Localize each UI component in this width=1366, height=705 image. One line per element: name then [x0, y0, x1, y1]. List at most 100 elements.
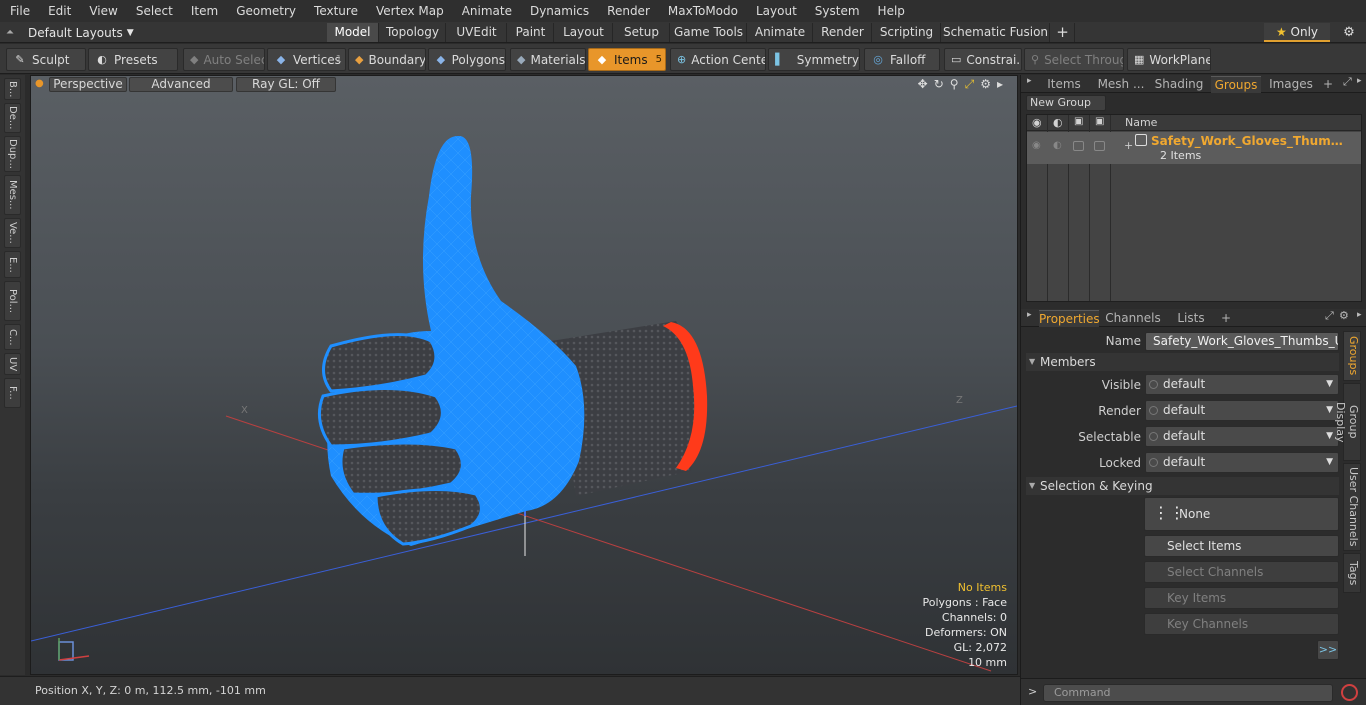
menu-vertex-map[interactable]: Vertex Map	[367, 0, 453, 22]
menu-system[interactable]: System	[806, 0, 869, 22]
left-tab-0[interactable]: B...	[4, 78, 21, 100]
visibility-eye-icon[interactable]: ◉	[1032, 116, 1042, 129]
new-group-button[interactable]: New Group	[1026, 95, 1106, 111]
row-render-icon[interactable]: ◐	[1053, 140, 1062, 151]
panel-menu-icon[interactable]: ▸	[1027, 76, 1032, 86]
rotate-view-icon[interactable]: ↻	[934, 77, 944, 92]
props-tab-lists[interactable]: Lists	[1167, 310, 1215, 327]
presets-button[interactable]: ◐ Presets	[88, 48, 178, 71]
perspective-button[interactable]: Perspective	[49, 77, 127, 92]
menu-edit[interactable]: Edit	[39, 0, 80, 22]
menu-texture[interactable]: Texture	[305, 0, 367, 22]
props-menu-icon[interactable]: ▸	[1027, 310, 1032, 320]
viewport-arrow-icon[interactable]: ▸	[997, 77, 1003, 92]
only-button[interactable]: ★ Only	[1264, 23, 1330, 42]
props-arrow-icon[interactable]: ▸	[1357, 310, 1362, 320]
advanced-button[interactable]: Advanced	[129, 77, 233, 92]
group-row[interactable]: ◉ ◐ + Safety_Work_Gloves_Thumbs_ ... 2 I…	[1027, 132, 1361, 164]
vtab-user-channels[interactable]: User Channels	[1343, 463, 1361, 551]
left-tab-8[interactable]: UV	[4, 353, 21, 375]
raygl-button[interactable]: Ray GL: Off	[236, 77, 336, 92]
action-center-button[interactable]: ⊕ Action Center	[670, 48, 766, 71]
falloff-button[interactable]: ◎ Falloff	[864, 48, 940, 71]
more-button[interactable]: >>	[1317, 640, 1339, 660]
select-icon[interactable]: ▣	[1095, 116, 1104, 127]
maximize-icon[interactable]: ⤢	[965, 77, 975, 92]
panel-tab-shading[interactable]: Shading	[1153, 76, 1205, 93]
add-panel-tab-button[interactable]: +	[1321, 76, 1335, 93]
vtab-tags[interactable]: Tags	[1343, 553, 1361, 593]
tab-animate[interactable]: Animate	[748, 23, 813, 42]
menu-view[interactable]: View	[80, 0, 126, 22]
select-items-button[interactable]: Select Items	[1144, 535, 1339, 557]
props-tab-properties[interactable]: Properties	[1039, 310, 1100, 327]
viewport-menu-icon[interactable]: ●	[35, 78, 44, 89]
render-dropdown[interactable]: default ▼	[1145, 400, 1339, 421]
menu-animate[interactable]: Animate	[453, 0, 521, 22]
left-tab-2[interactable]: Dup...	[4, 136, 21, 172]
left-tab-3[interactable]: Mes...	[4, 175, 21, 215]
props-tab-channels[interactable]: Channels	[1103, 310, 1163, 327]
tab-render[interactable]: Render	[814, 23, 872, 42]
panel-tab-groups[interactable]: Groups	[1211, 76, 1261, 93]
members-section[interactable]: ▼ Members	[1026, 353, 1339, 371]
tab-paint[interactable]: Paint	[508, 23, 554, 42]
tab-setup[interactable]: Setup	[614, 23, 670, 42]
panel-tab-mesh[interactable]: Mesh ...	[1093, 76, 1149, 93]
symmetry-button[interactable]: ▌ Symmetry	[768, 48, 860, 71]
workplane-button[interactable]: ▦ WorkPlane	[1127, 48, 1211, 71]
tab-topology[interactable]: Topology	[380, 23, 446, 42]
row-eye-icon[interactable]: ◉	[1032, 140, 1041, 151]
tab-scripting[interactable]: Scripting	[873, 23, 941, 42]
lock-icon[interactable]: ▣	[1074, 116, 1083, 127]
menu-layout[interactable]: Layout	[747, 0, 806, 22]
menu-item[interactable]: Item	[182, 0, 227, 22]
selection-keying-section[interactable]: ▼ Selection & Keying	[1026, 477, 1339, 495]
add-props-tab-button[interactable]: +	[1219, 310, 1233, 327]
tab-schematic-fusion[interactable]: Schematic Fusion	[942, 23, 1050, 42]
items-button[interactable]: ◆ Items 5	[588, 48, 666, 71]
sculpt-button[interactable]: ✎ Sculpt	[6, 48, 86, 71]
props-gear-icon[interactable]: ⚙	[1339, 309, 1349, 322]
viewport-gear-icon[interactable]: ⚙	[980, 77, 991, 92]
left-tab-1[interactable]: De...	[4, 103, 21, 133]
zoom-view-icon[interactable]: ⚲	[950, 77, 959, 92]
none-button[interactable]: ⋮⋮ None	[1144, 497, 1339, 531]
left-tab-9[interactable]: F...	[4, 378, 21, 408]
name-field[interactable]: Safety_Work_Gloves_Thumbs_Up_Blu	[1145, 332, 1339, 351]
menu-dynamics[interactable]: Dynamics	[521, 0, 598, 22]
locked-dropdown[interactable]: default ▼	[1145, 452, 1339, 473]
move-view-icon[interactable]: ✥	[918, 77, 928, 92]
props-expand-icon[interactable]: ⤢	[1325, 309, 1334, 323]
record-icon[interactable]	[1341, 684, 1358, 701]
command-input[interactable]: Command	[1043, 684, 1333, 702]
vtab-group-display[interactable]: Group Display	[1334, 383, 1361, 461]
vtab-groups[interactable]: Groups	[1343, 331, 1361, 381]
left-tab-7[interactable]: C...	[4, 324, 21, 350]
expand-plus-icon[interactable]: +	[1124, 139, 1133, 152]
3d-viewport[interactable]: X Z ● Perspective Advanced Ray GL: Off ✥…	[30, 75, 1018, 675]
vertices-button[interactable]: ◆ Vertices 1	[267, 48, 346, 71]
menu-geometry[interactable]: Geometry	[227, 0, 305, 22]
select-channels-button[interactable]: Select Channels	[1144, 561, 1339, 583]
panel-tab-items[interactable]: Items	[1039, 76, 1089, 93]
tab-layout[interactable]: Layout	[555, 23, 613, 42]
key-channels-button[interactable]: Key Channels	[1144, 613, 1339, 635]
selectable-dropdown[interactable]: default ▼	[1145, 426, 1339, 447]
layouts-dropdown[interactable]: ⏶ Default Layouts ▼	[6, 24, 134, 41]
menu-file[interactable]: File	[0, 0, 39, 22]
key-items-button[interactable]: Key Items	[1144, 587, 1339, 609]
auto-select-button[interactable]: ◆ Auto Select	[183, 48, 265, 71]
visible-dropdown[interactable]: default ▼	[1145, 374, 1339, 395]
boundary-button[interactable]: ◆ Boundary	[348, 48, 426, 71]
left-tab-6[interactable]: Pol...	[4, 281, 21, 321]
add-tab-button[interactable]: +	[1051, 23, 1075, 42]
tab-uvedit[interactable]: UVEdit	[447, 23, 507, 42]
panel-tab-images[interactable]: Images	[1265, 76, 1317, 93]
menu-select[interactable]: Select	[127, 0, 182, 22]
gear-icon[interactable]: ⚙	[1336, 23, 1362, 42]
left-tab-4[interactable]: Ve...	[4, 218, 21, 248]
select-through-button[interactable]: ⚲ Select Through	[1024, 48, 1124, 71]
render-icon[interactable]: ◐	[1053, 116, 1063, 129]
polygons-button[interactable]: ◆ Polygons	[428, 48, 506, 71]
